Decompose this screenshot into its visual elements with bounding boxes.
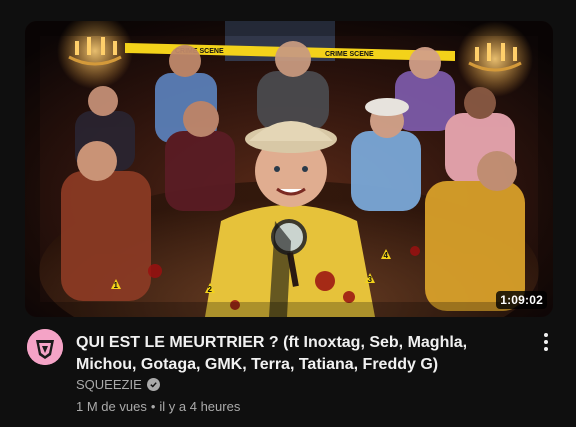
meta-separator: •: [150, 399, 156, 414]
channel-avatar[interactable]: [27, 329, 63, 365]
channel-logo-icon: [27, 329, 63, 365]
view-count: 1 M de vues: [76, 399, 147, 414]
channel-name-row[interactable]: SQUEEZIE: [76, 376, 160, 392]
menu-dot: [544, 340, 548, 344]
tape-text-2: CRIME SCENE: [325, 51, 374, 58]
evidence-marker-1: 1: [114, 281, 119, 290]
menu-dot: [544, 347, 548, 351]
upload-age: il y a 4 heures: [159, 399, 241, 414]
video-thumbnail[interactable]: CRIME SCENE CRIME SCENE 1 2 3 4 1:09:02: [25, 21, 553, 317]
video-metadata: 1 M de vues • il y a 4 heures: [76, 399, 240, 415]
menu-dot: [544, 333, 548, 337]
evidence-marker-2: 2: [208, 285, 213, 294]
evidence-marker-3: 3: [368, 275, 373, 284]
more-actions-button[interactable]: [534, 330, 558, 354]
video-title[interactable]: QUI EST LE MEURTRIER ? (ft Inoxtag, Seb,…: [76, 332, 516, 376]
evidence-marker-4: 4: [384, 251, 389, 260]
duration-badge: 1:09:02: [496, 291, 547, 309]
channel-name[interactable]: SQUEEZIE: [76, 377, 142, 392]
verified-check-icon: [146, 377, 160, 391]
video-card: CRIME SCENE CRIME SCENE 1 2 3 4 1:09:02 …: [0, 0, 576, 427]
thumbnail-artwork: CRIME SCENE CRIME SCENE 1 2 3 4: [25, 21, 553, 317]
